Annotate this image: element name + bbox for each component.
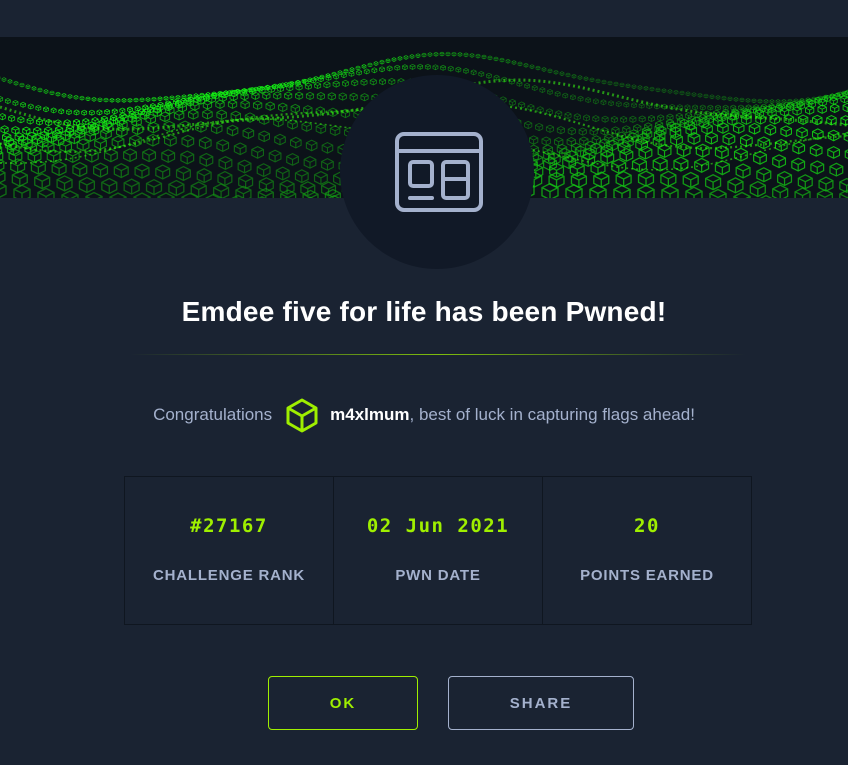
stat-value: #27167	[190, 515, 268, 537]
congrats-prefix: Congratulations	[153, 405, 273, 424]
stat-pwn-date: 02 Jun 2021 PWN DATE	[334, 477, 543, 624]
username-link[interactable]: m4xlmum	[330, 405, 409, 425]
stat-label: POINTS EARNED	[580, 567, 714, 584]
share-button[interactable]: SHARE	[448, 676, 634, 730]
ok-button[interactable]: OK	[268, 676, 418, 730]
stat-points-earned: 20 POINTS EARNED	[543, 477, 751, 624]
title-divider	[130, 354, 746, 355]
browser-window-icon	[395, 132, 483, 212]
stats-panel: #27167 CHALLENGE RANK 02 Jun 2021 PWN DA…	[124, 476, 752, 625]
congrats-message: Congratulations m4xlmum, best of luck in…	[0, 397, 848, 433]
stat-value: 02 Jun 2021	[366, 515, 510, 537]
stat-value: 20	[634, 515, 660, 537]
stat-label: PWN DATE	[395, 567, 481, 584]
hexagon-cube-icon	[286, 398, 318, 433]
window-top-bar	[0, 0, 848, 37]
congrats-suffix: , best of luck in capturing flags ahead!	[409, 405, 695, 424]
stat-challenge-rank: #27167 CHALLENGE RANK	[125, 477, 334, 624]
pwned-title: Emdee five for life has been Pwned!	[181, 296, 667, 327]
stat-label: CHALLENGE RANK	[152, 567, 306, 584]
